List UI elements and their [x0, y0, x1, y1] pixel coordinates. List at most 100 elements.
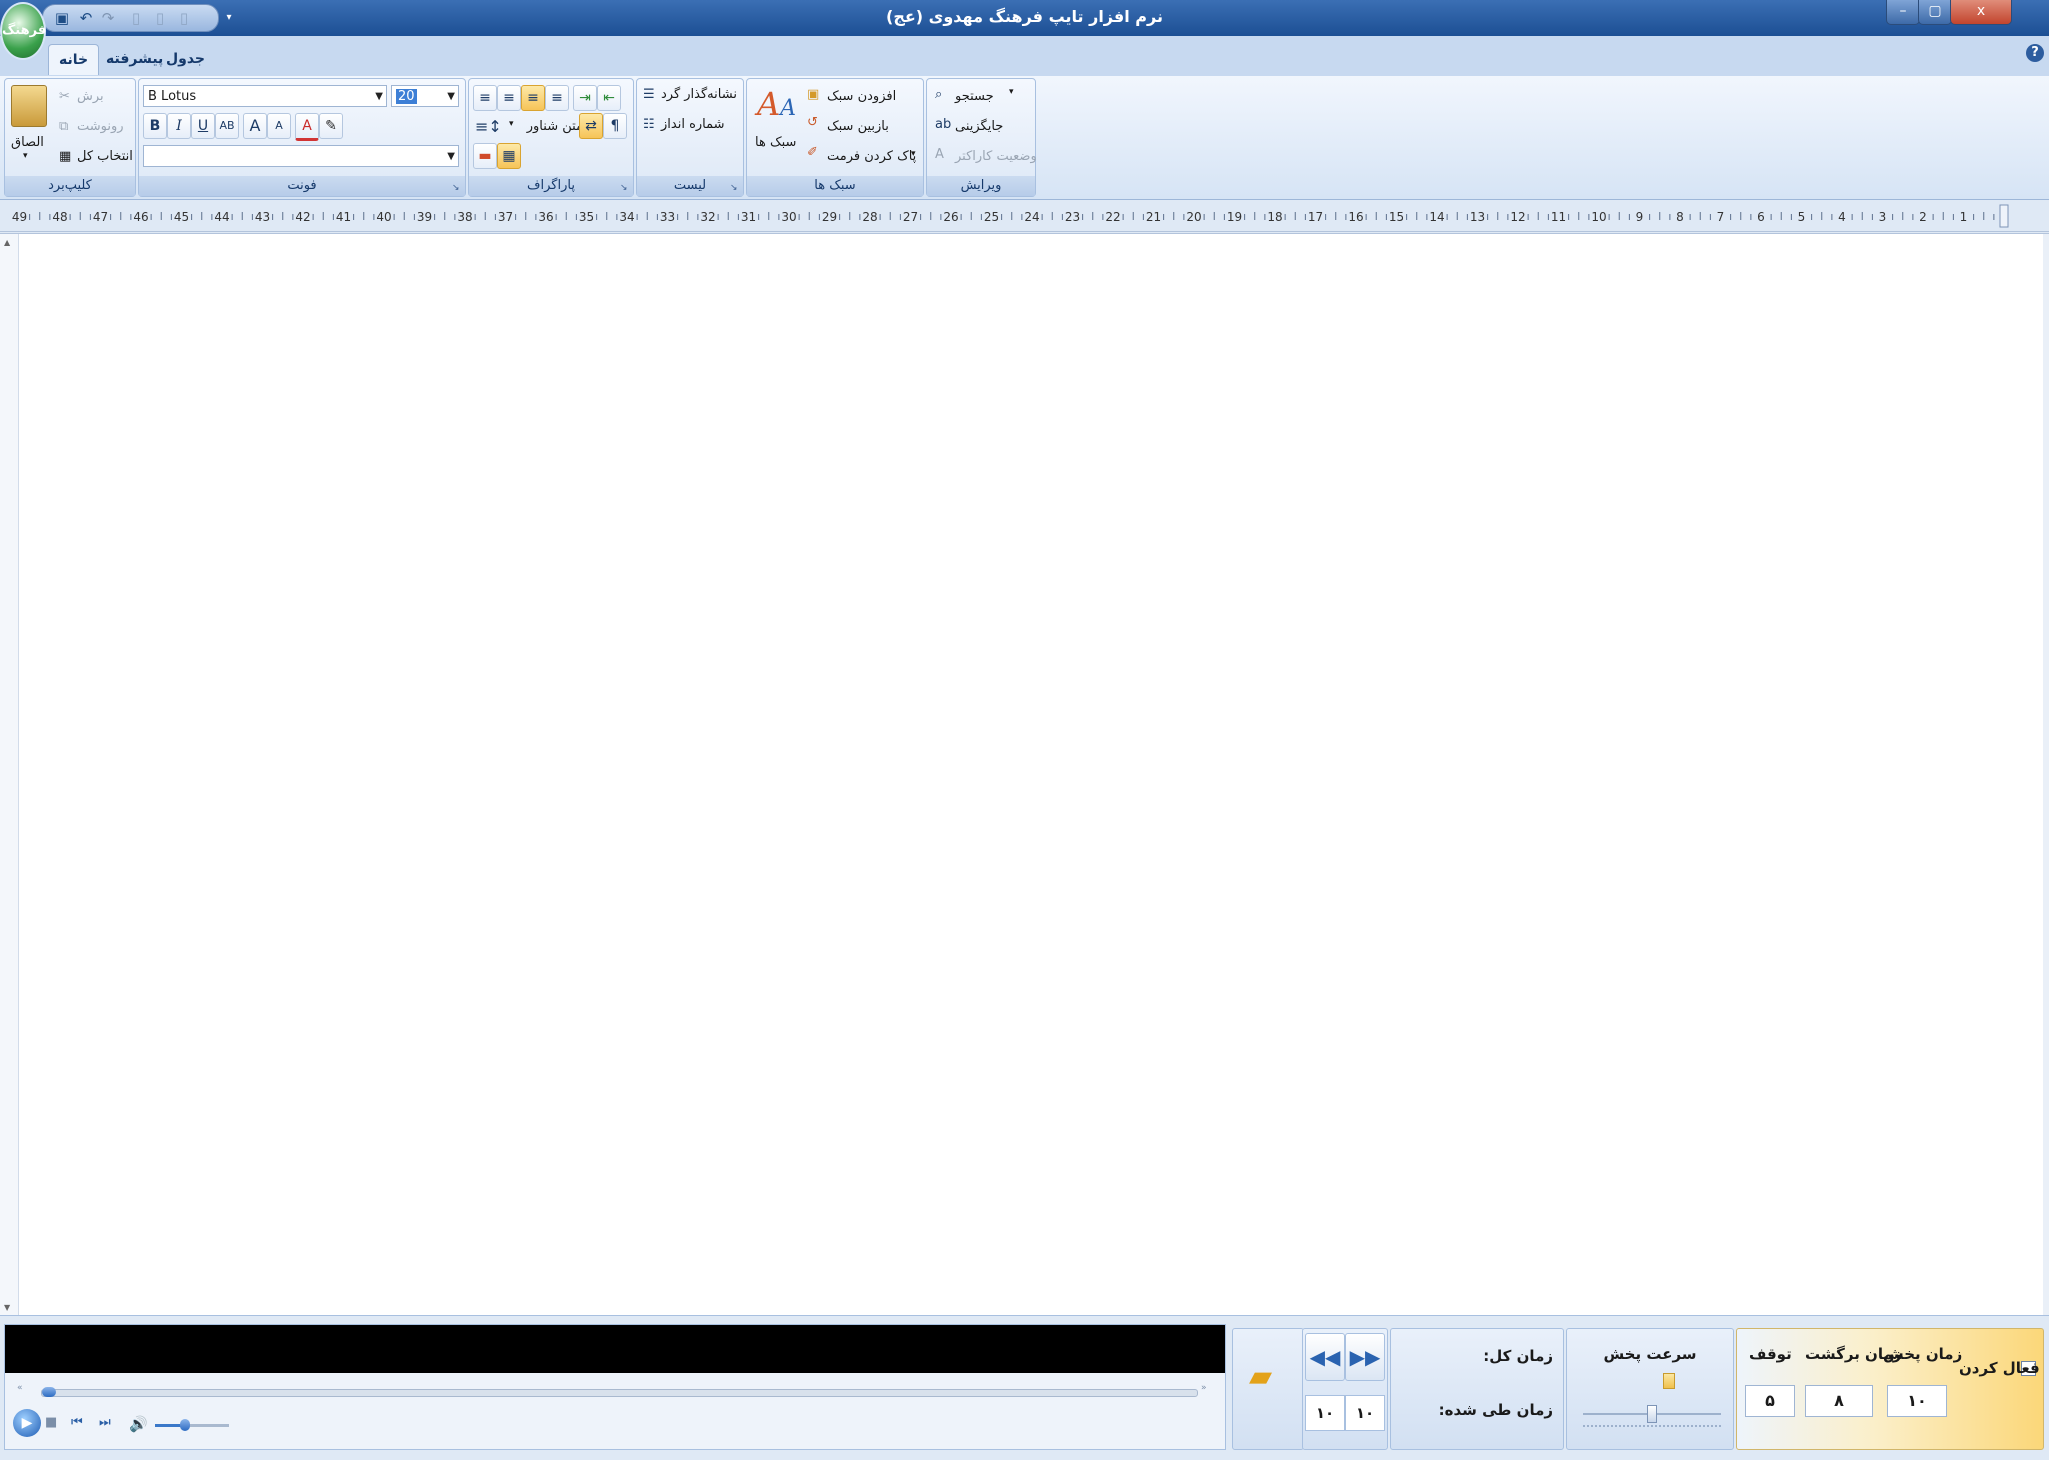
bottom-panel: « » ▶ ■ ⏮ ⏭ 🔊 ▰ ◀◀ ▶▶ ۱۰ ۱۰ زمان کل: زما…	[0, 1315, 2049, 1460]
shrink-font-button[interactable]: A	[267, 113, 291, 139]
rewind-small-icon[interactable]: «	[17, 1383, 23, 1393]
save-icon[interactable]: ▣	[53, 9, 71, 27]
underline-button[interactable]: U	[191, 113, 215, 139]
blank-doc-icon-3[interactable]: ▯	[175, 9, 193, 27]
seek-thumb[interactable]	[42, 1387, 56, 1397]
ruler[interactable]: 1 2 3 4 5 6 7 8 9 10 11 12 13 14 15 16 17 18 19 20 21 22 23 24 2…	[0, 203, 2049, 232]
ruler-label: 42	[295, 210, 310, 224]
window-title: نرم افزار تایپ فرهنگ مهدوی (عج)	[886, 7, 1163, 26]
ruler-label: 49	[12, 210, 27, 224]
align-right-icon[interactable]: ≡	[473, 85, 497, 111]
font-launcher-icon[interactable]: ↘	[452, 183, 462, 193]
media-player: « » ▶ ■ ⏮ ⏭ 🔊	[4, 1324, 1226, 1450]
tab-table[interactable]: جدول	[156, 44, 215, 74]
font-color-button[interactable]: A	[295, 113, 319, 141]
auto-play-settings-panel: فعال کردن زمان پخش ۱۰ زمان برگشت ۸ توقف …	[1736, 1328, 2044, 1450]
pause-input[interactable]: ۵	[1745, 1385, 1795, 1417]
ruler-label: 21	[1146, 210, 1161, 224]
redo-icon[interactable]: ↷	[99, 9, 117, 27]
shading-icon[interactable]: ▬	[473, 143, 497, 169]
highlight-icon[interactable]: ✎	[319, 113, 343, 139]
paste-button[interactable]: الصاق	[11, 135, 44, 150]
italic-button[interactable]: I	[167, 113, 191, 139]
align-left-icon[interactable]: ≡	[521, 85, 545, 111]
vertical-scrollbar[interactable]: ▲ ▼	[0, 234, 19, 1316]
scroll-up-icon[interactable]: ▲	[4, 238, 10, 247]
undo-icon[interactable]: ↶	[77, 9, 95, 27]
volume-thumb[interactable]	[179, 1419, 190, 1431]
char-status-button[interactable]: وضعیت کاراکتر	[955, 149, 1037, 164]
replace-button[interactable]: جایگزینی	[955, 119, 1003, 134]
clear-format-dropdown-icon[interactable]: ▾	[911, 149, 916, 159]
restore-style-button[interactable]: بازبین سبک	[827, 119, 889, 134]
ruler-label: 12	[1510, 210, 1525, 224]
tab-home[interactable]: خانه	[48, 44, 100, 75]
document-area[interactable]: ▲ ▼	[0, 233, 2049, 1316]
paragraph-group: ≡ ≡ ≡ ≡ ⇥ ⇤ ↕≡ ▾ متن شناور ⇄ ¶ ▬ ▦ پاراگ…	[468, 78, 634, 197]
ruler-label: 18	[1267, 210, 1282, 224]
align-center-icon[interactable]: ≡	[497, 85, 521, 111]
ruler-label: 7	[1717, 210, 1725, 224]
styles-button[interactable]: سبک ها	[755, 135, 796, 150]
strikethrough-button[interactable]: AB	[215, 113, 239, 139]
ruler-right-margin-marker[interactable]	[1999, 204, 2009, 228]
styles-group: AA سبک ها ▣ افزودن سبک ↺ بازبین سبک ✐ پا…	[746, 78, 924, 197]
copy-button[interactable]: رونوشت	[77, 119, 124, 134]
video-screen	[5, 1325, 1225, 1373]
paste-icon[interactable]	[11, 85, 47, 127]
pilcrow-button[interactable]: ¶	[603, 113, 627, 139]
blank-doc-icon[interactable]: ▯	[127, 9, 145, 27]
blank-doc-icon-2[interactable]: ▯	[151, 9, 169, 27]
justify-icon[interactable]: ≡	[545, 85, 569, 111]
find-button[interactable]: جستجو	[955, 89, 994, 104]
add-style-button[interactable]: افزودن سبک	[827, 89, 896, 104]
back-time-input[interactable]: ۸	[1805, 1385, 1873, 1417]
maximize-button[interactable]: ▢	[1918, 0, 1952, 25]
play-time-input[interactable]: ۱۰	[1887, 1385, 1947, 1417]
floating-text-button[interactable]: متن شناور	[509, 119, 583, 134]
ruler-label: 2	[1919, 210, 1927, 224]
rewind-button[interactable]: ◀◀	[1305, 1333, 1345, 1381]
font-size-combo[interactable]: 20 ▼	[391, 85, 459, 107]
scroll-down-icon[interactable]: ▼	[4, 1303, 10, 1312]
next-icon[interactable]: ⏭	[99, 1415, 111, 1430]
ruler-label: 30	[781, 210, 796, 224]
font-name-combo[interactable]: B Lotus ▼	[143, 85, 387, 107]
speed-thumb[interactable]	[1647, 1405, 1657, 1423]
play-icon[interactable]: ▶	[13, 1409, 41, 1437]
grow-font-button[interactable]: A	[243, 113, 267, 139]
chevron-down-icon: ▼	[447, 91, 455, 102]
clear-format-button[interactable]: پاک کردن فرمت	[827, 149, 916, 164]
close-button[interactable]: x	[1950, 0, 2012, 25]
borders-icon[interactable]: ▦	[497, 143, 521, 169]
volume-icon[interactable]: 🔊	[129, 1415, 148, 1433]
ruler-label: 15	[1389, 210, 1404, 224]
stop-icon[interactable]: ■	[45, 1415, 57, 1430]
app-logo-button[interactable]: فرهنگ	[0, 2, 46, 60]
find-dropdown-icon[interactable]: ▾	[1009, 87, 1014, 97]
indent-decrease-icon[interactable]: ⇤	[597, 85, 621, 111]
forward-small-icon[interactable]: »	[1201, 1383, 1207, 1393]
rtl-icon[interactable]: ⇄	[579, 113, 603, 139]
select-all-button[interactable]: انتخاب کل	[77, 149, 133, 164]
styles-icon[interactable]: AA	[757, 85, 796, 123]
line-spacing-icon[interactable]: ↕≡	[475, 117, 502, 136]
paste-dropdown-icon[interactable]: ▾	[23, 151, 28, 161]
paragraph-launcher-icon[interactable]: ↘	[620, 183, 630, 193]
select-all-icon: ▦	[59, 149, 72, 164]
cut-button[interactable]: برش	[77, 89, 104, 104]
previous-icon[interactable]: ⏮	[71, 1415, 83, 1430]
seek-bar[interactable]	[41, 1387, 1198, 1397]
indent-increase-icon[interactable]: ⇥	[573, 85, 597, 111]
list-launcher-icon[interactable]: ↘	[730, 183, 740, 193]
bold-button[interactable]: B	[143, 113, 167, 139]
bullets-button[interactable]: نشانه‌گذار گرد	[661, 87, 737, 102]
numbering-button[interactable]: شماره انداز	[661, 117, 725, 132]
qat-dropdown-icon[interactable]: ▾	[220, 9, 238, 27]
minimize-button[interactable]: –	[1886, 0, 1920, 25]
style-combo[interactable]: ▼	[143, 145, 459, 167]
volume-slider[interactable]	[155, 1419, 229, 1431]
folder-icon[interactable]: ▰	[1249, 1362, 1285, 1392]
help-icon[interactable]: ?	[2026, 44, 2044, 62]
forward-button[interactable]: ▶▶	[1345, 1333, 1385, 1381]
